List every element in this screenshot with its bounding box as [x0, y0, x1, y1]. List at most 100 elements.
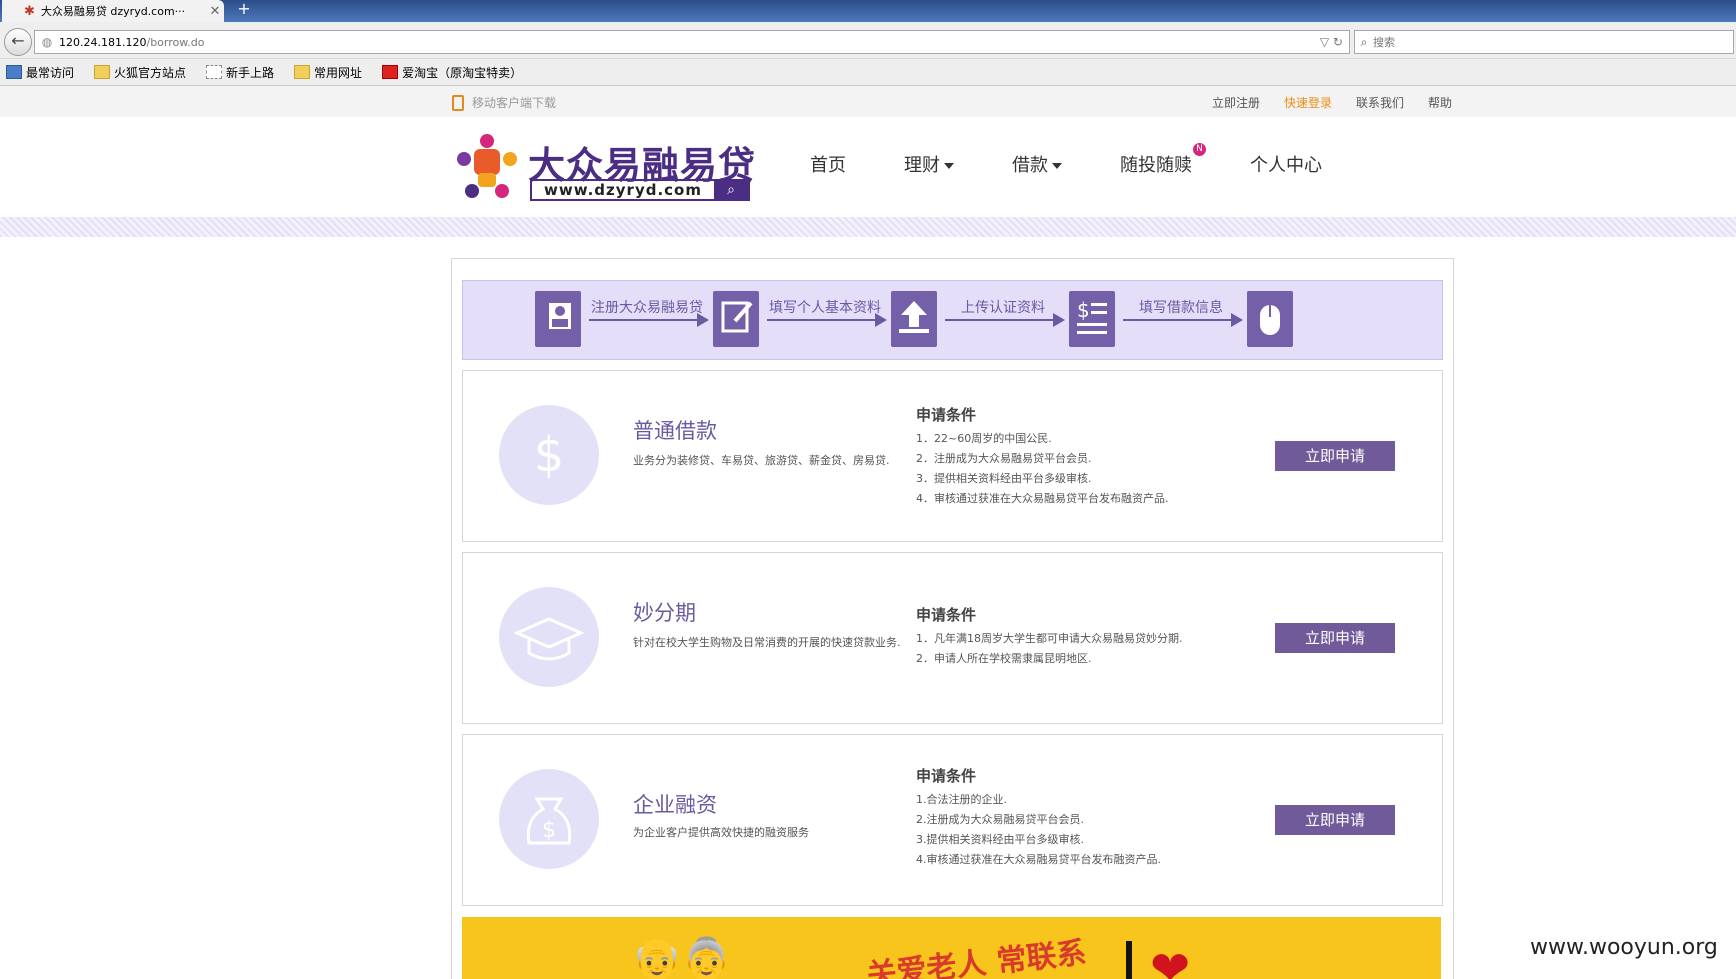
apply-now-button[interactable]: 立即申请	[1275, 441, 1395, 471]
svg-text:$: $	[542, 818, 556, 843]
step-line	[589, 319, 699, 321]
caret-down-icon	[944, 163, 954, 169]
condition-item: 2．注册成为大众易融易贷平台会员.	[916, 452, 1092, 465]
step-label: 上传认证资料	[961, 300, 1045, 316]
banner-slogan: 关爱老人 常联系	[865, 935, 1089, 979]
new-tab-icon[interactable]: +	[234, 0, 254, 20]
product-description: 针对在校大学生购物及日常消费的开展的快速贷款业务.	[633, 636, 901, 649]
logo-search-icon: ⌕	[714, 181, 748, 199]
loan-document-icon: $	[1069, 291, 1115, 347]
product-title: 普通借款	[633, 419, 717, 443]
edit-form-icon	[713, 291, 759, 347]
condition-item: 4．审核通过获准在大众易融易贷平台发布融资产品.	[916, 492, 1169, 505]
help-link[interactable]: 帮助	[1428, 94, 1452, 111]
step-arrow-icon	[875, 313, 887, 327]
browser-nav-bar: ← ◍ 120.24.181.120 /borrow.do ▽ ↻ ⌕ 搜索	[0, 22, 1736, 59]
browser-tab[interactable]: ✱ 大众易融易贷 dzyryd.com··· ✕	[2, 0, 224, 22]
browser-tab-bar: ✱ 大众易融易贷 dzyryd.com··· ✕ +	[0, 0, 1736, 22]
money-bag-icon: $	[499, 769, 599, 869]
condition-item: 1．凡年满18周岁大学生都可申请大众易融易贷妙分期.	[916, 632, 1183, 645]
svg-text:$: $	[534, 427, 565, 483]
bookmarks-bar: 最常访问 火狐官方站点 新手上路 常用网址 爱淘宝（原淘宝特卖）	[0, 59, 1736, 86]
page-icon	[206, 65, 223, 79]
register-link[interactable]: 立即注册	[1212, 94, 1260, 111]
condition-item: 2．申请人所在学校需隶属昆明地区.	[916, 652, 1092, 665]
apply-now-button[interactable]: 立即申请	[1275, 623, 1395, 653]
step-label: 填写借款信息	[1139, 300, 1223, 316]
svg-text:$: $	[1077, 298, 1090, 322]
reload-icon[interactable]: ▽ ↻	[1320, 35, 1349, 49]
header-stripe	[0, 217, 1736, 237]
logo-mark-icon	[457, 134, 517, 198]
upload-icon	[891, 291, 937, 347]
bookmark-item[interactable]: 火狐官方站点	[88, 64, 186, 81]
letter-i-icon	[1126, 941, 1132, 979]
contact-link[interactable]: 联系我们	[1356, 94, 1404, 111]
elderly-couple-icon: 👴👵	[632, 936, 732, 979]
heart-icon: ❤	[1150, 941, 1191, 979]
globe-icon: ◍	[41, 35, 53, 49]
conditions-title: 申请条件	[916, 406, 977, 424]
step-label: 填写个人基本资料	[769, 300, 881, 316]
bookmark-item[interactable]: 最常访问	[0, 64, 74, 81]
site-logo[interactable]: 大众易融易贷 www.dzyryd.com ⌕	[452, 133, 755, 203]
watermark: www.wooyun.org	[1530, 935, 1718, 960]
tab-title: 大众易融易贷 dzyryd.com···	[40, 5, 186, 18]
step-line	[767, 319, 877, 321]
new-badge: N	[1193, 143, 1206, 156]
conditions-list: 1．凡年满18周岁大学生都可申请大众易融易贷妙分期. 2．申请人所在学校需隶属昆…	[916, 629, 1183, 669]
conditions-list: 1.合法注册的企业. 2.注册成为大众易融易贷平台会员. 3.提供相关资料经由平…	[916, 790, 1161, 870]
apply-now-button[interactable]: 立即申请	[1275, 805, 1395, 835]
mobile-phone-icon	[452, 94, 464, 111]
nav-personal-center[interactable]: 个人中心	[1250, 151, 1322, 177]
bookmark-item[interactable]: 常用网址	[288, 64, 362, 81]
step-arrow-icon	[1053, 313, 1065, 327]
step-line	[945, 319, 1055, 321]
search-placeholder: 搜索	[1373, 36, 1395, 49]
product-card-enterprise: $ 企业融资 为企业客户提供高效快捷的融资服务 申请条件 1.合法注册的企业. …	[462, 734, 1443, 906]
step-arrow-icon	[1231, 313, 1243, 327]
bookmark-item[interactable]: 新手上路	[200, 64, 274, 81]
process-steps: 注册大众易融易贷 填写个人基本资料 上传认证资料 $ 填写借款信息	[462, 280, 1443, 360]
dollar-icon: $	[499, 405, 599, 505]
nav-home[interactable]: 首页	[810, 151, 846, 177]
product-title: 企业融资	[633, 793, 717, 817]
logo-domain: www.dzyryd.com	[544, 181, 702, 199]
product-card-normal-loan: $ 普通借款 业务分为装修贷、车易贷、旅游贷、薪金贷、房易贷. 申请条件 1．2…	[462, 370, 1443, 542]
mouse-click-icon	[1247, 291, 1293, 347]
url-host: 120.24.181.120	[59, 35, 147, 49]
mobile-download-link[interactable]: 移动客户端下载	[452, 94, 556, 111]
back-arrow-icon[interactable]: ←	[4, 28, 32, 56]
condition-item: 1.合法注册的企业.	[916, 793, 1007, 806]
most-visited-icon	[6, 65, 22, 79]
register-book-icon	[535, 291, 581, 347]
site-favicon-icon: ✱	[24, 3, 35, 19]
step-arrow-icon	[697, 313, 709, 327]
search-input[interactable]: ⌕ 搜索	[1354, 30, 1734, 54]
condition-item: 3．提供相关资料经由平台多级审核.	[916, 472, 1092, 485]
nav-borrow[interactable]: 借款	[1012, 151, 1062, 177]
close-tab-icon[interactable]: ✕	[206, 4, 224, 19]
folder-icon	[294, 65, 311, 79]
nav-invest[interactable]: 理财	[904, 151, 954, 177]
top-links: 立即注册 快速登录 联系我们 帮助	[1212, 94, 1476, 111]
promo-banner[interactable]: 👴👵 关爱老人 常联系 ❤	[462, 917, 1441, 979]
conditions-title: 申请条件	[916, 606, 977, 624]
step-label: 注册大众易融易贷	[591, 300, 703, 316]
graduation-cap-icon	[499, 587, 599, 687]
product-description: 为企业客户提供高效快捷的融资服务	[633, 826, 809, 839]
address-bar[interactable]: ◍ 120.24.181.120 /borrow.do ▽ ↻	[34, 30, 1350, 54]
product-description: 业务分为装修贷、车易贷、旅游贷、薪金贷、房易贷.	[633, 454, 890, 467]
bookmark-item[interactable]: 爱淘宝（原淘宝特卖）	[376, 64, 522, 81]
search-icon: ⌕	[1360, 34, 1368, 49]
caret-down-icon	[1052, 163, 1062, 169]
conditions-list: 1．22~60周岁的中国公民. 2．注册成为大众易融易贷平台会员. 3．提供相关…	[916, 429, 1169, 509]
folder-icon	[94, 65, 111, 79]
taobao-icon	[382, 65, 399, 79]
nav-flexible[interactable]: 随投随赎 N	[1120, 143, 1206, 177]
quick-login-link[interactable]: 快速登录	[1284, 94, 1332, 111]
borrow-content: 注册大众易融易贷 填写个人基本资料 上传认证资料 $ 填写借款信息 $ 普通借款…	[451, 258, 1454, 979]
main-nav: 首页 理财 借款 随投随赎 N 个人中心	[810, 143, 1380, 177]
site-top-bar: 移动客户端下载 立即注册 快速登录 联系我们 帮助	[0, 86, 1736, 118]
logo-domain-bar: www.dzyryd.com ⌕	[530, 179, 750, 201]
